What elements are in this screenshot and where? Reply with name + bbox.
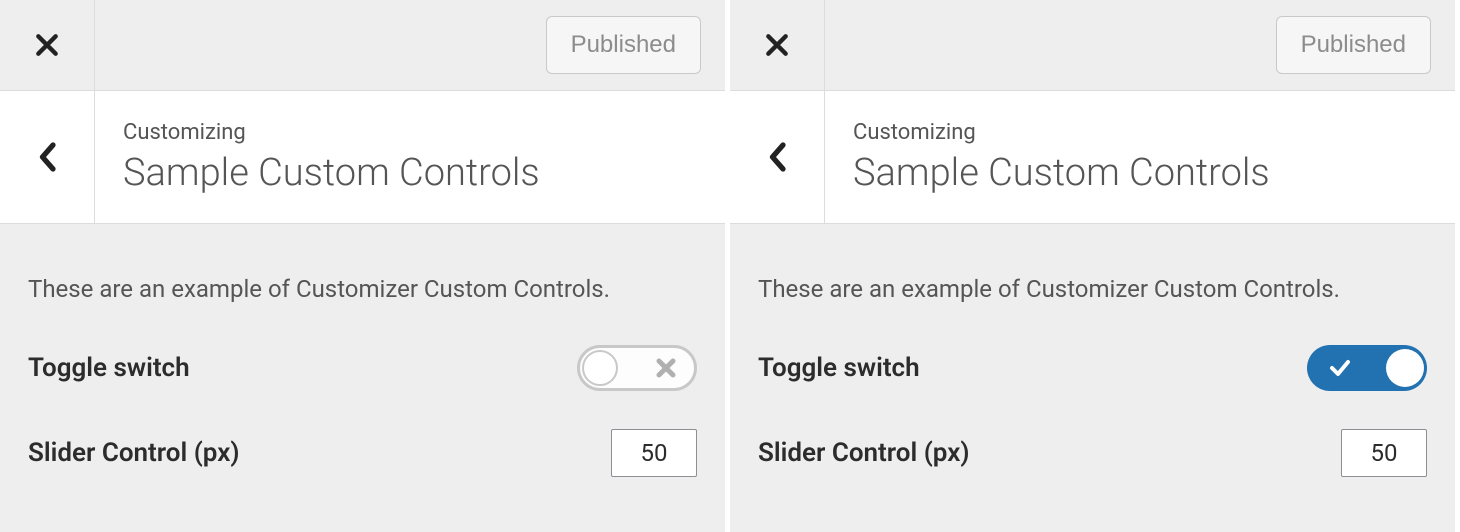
section-eyebrow: Customizing bbox=[123, 120, 725, 145]
close-icon bbox=[34, 32, 60, 58]
top-bar-actions: Published bbox=[825, 0, 1455, 90]
x-icon bbox=[654, 356, 692, 380]
published-button[interactable]: Published bbox=[546, 16, 701, 74]
section-header: Customizing Sample Custom Controls bbox=[0, 91, 725, 224]
section-title: Sample Custom Controls bbox=[123, 151, 725, 195]
close-icon bbox=[764, 32, 790, 58]
toggle-switch-row: Toggle switch bbox=[758, 345, 1427, 391]
slider-value-input[interactable]: 50 bbox=[611, 429, 697, 477]
toggle-switch[interactable] bbox=[577, 345, 697, 391]
customizer-panel-off: Published Customizing Sample Custom Cont… bbox=[0, 0, 730, 532]
toggle-switch-label: Toggle switch bbox=[758, 353, 920, 383]
published-button[interactable]: Published bbox=[1276, 16, 1431, 74]
section-description: These are an example of Customizer Custo… bbox=[758, 272, 1427, 307]
check-icon bbox=[1310, 356, 1352, 380]
section-body: These are an example of Customizer Custo… bbox=[730, 224, 1455, 515]
back-button[interactable] bbox=[0, 91, 95, 223]
toggle-switch[interactable] bbox=[1307, 345, 1427, 391]
close-button[interactable] bbox=[0, 0, 95, 90]
customizer-panel-on: Published Customizing Sample Custom Cont… bbox=[730, 0, 1460, 532]
toggle-switch-label: Toggle switch bbox=[28, 353, 190, 383]
chevron-left-icon bbox=[767, 142, 787, 172]
section-title-block: Customizing Sample Custom Controls bbox=[825, 91, 1455, 223]
slider-control-row: Slider Control (px) 50 bbox=[28, 429, 697, 477]
section-title: Sample Custom Controls bbox=[853, 151, 1455, 195]
section-title-block: Customizing Sample Custom Controls bbox=[95, 91, 725, 223]
close-button[interactable] bbox=[730, 0, 825, 90]
toggle-knob bbox=[1386, 349, 1424, 387]
slider-control-label: Slider Control (px) bbox=[758, 438, 969, 468]
back-button[interactable] bbox=[730, 91, 825, 223]
section-header: Customizing Sample Custom Controls bbox=[730, 91, 1455, 224]
toggle-knob bbox=[582, 350, 618, 386]
section-description: These are an example of Customizer Custo… bbox=[28, 272, 697, 307]
top-bar: Published bbox=[730, 0, 1455, 91]
section-body: These are an example of Customizer Custo… bbox=[0, 224, 725, 515]
section-eyebrow: Customizing bbox=[853, 120, 1455, 145]
top-bar: Published bbox=[0, 0, 725, 91]
slider-control-row: Slider Control (px) 50 bbox=[758, 429, 1427, 477]
slider-control-label: Slider Control (px) bbox=[28, 438, 239, 468]
slider-value-input[interactable]: 50 bbox=[1341, 429, 1427, 477]
toggle-switch-row: Toggle switch bbox=[28, 345, 697, 391]
chevron-left-icon bbox=[37, 142, 57, 172]
top-bar-actions: Published bbox=[95, 0, 725, 90]
